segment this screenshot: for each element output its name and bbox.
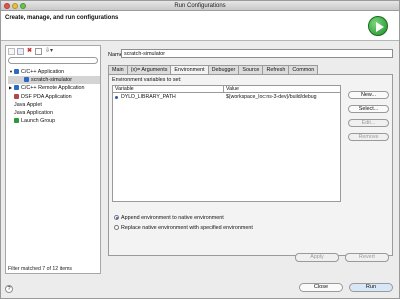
tab-environment[interactable]: Environment <box>170 65 209 74</box>
tree-item[interactable]: DSF PDA Application <box>8 93 100 101</box>
new-button[interactable]: New... <box>348 91 389 99</box>
tree-toolbar: ✖ ⇩▾ <box>8 47 54 55</box>
help-button[interactable]: ? <box>5 285 13 293</box>
edit-button[interactable]: Edit... <box>348 119 389 127</box>
zoom-window-icon[interactable] <box>20 3 26 9</box>
configuration-type-icon <box>14 69 19 75</box>
radio-unselected-icon <box>114 225 119 231</box>
tree-item-label: scratch-simulator <box>31 77 73 84</box>
new-configuration-icon[interactable] <box>8 47 15 55</box>
run-configurations-window: Run Configurations Create, manage, and r… <box>0 0 400 299</box>
tree-item-label: Launch Group <box>21 118 56 125</box>
configurations-tree-panel: ✖ ⇩▾ ▼ C/C++ Application scratch-simulator… <box>5 45 101 274</box>
tree-item-label: C/C++ Application <box>21 69 65 75</box>
tab-main[interactable]: Main <box>108 65 128 74</box>
tree-item[interactable]: ▼ C/C++ Application <box>8 68 100 76</box>
apply-button[interactable]: Apply <box>295 253 339 262</box>
filter-icon[interactable]: ⇩▾ <box>44 48 54 55</box>
title-bar: Run Configurations <box>1 1 399 11</box>
tab-x-arguments[interactable]: (x)= Arguments <box>126 65 172 74</box>
run-banner-icon <box>368 16 388 36</box>
collapse-all-icon[interactable] <box>35 47 42 55</box>
filter-input[interactable] <box>8 57 98 64</box>
minimize-window-icon[interactable] <box>12 3 18 9</box>
tree-item[interactable]: Java Application <box>8 109 100 117</box>
close-button[interactable]: Close <box>299 283 343 292</box>
environment-tab-panel: Environment variables to set: Variable V… <box>108 74 393 256</box>
tree-item[interactable]: Launch Group <box>8 117 100 125</box>
configuration-type-icon <box>14 93 19 99</box>
close-window-icon[interactable] <box>4 3 10 9</box>
table-row[interactable]: DYLD_LIBRARY_PATH ${workspace_loc:ns-3-d… <box>113 94 340 101</box>
window-title: Run Configurations <box>174 3 226 9</box>
env-variables-table: Variable Value DYLD_LIBRARY_PATH ${works… <box>112 85 341 202</box>
tree-item[interactable]: Java Applet <box>8 101 100 109</box>
replace-environment-label: Replace native environment with specifie… <box>121 225 253 231</box>
tab-refresh[interactable]: Refresh <box>262 65 290 74</box>
configuration-type-icon <box>24 77 29 83</box>
run-button[interactable]: Run <box>349 283 393 292</box>
tree-item[interactable]: scratch-simulator <box>8 76 100 85</box>
tree-item[interactable]: ▶ C/C++ Remote Application <box>8 84 100 92</box>
tree-item-label: Java Application <box>14 109 53 116</box>
env-variables-label: Environment variables to set: <box>112 77 182 83</box>
delete-icon[interactable]: ✖ <box>26 48 33 55</box>
tree-item-label: Java Applet <box>14 101 42 108</box>
select-button[interactable]: Select... <box>348 105 389 113</box>
replace-environment-radio[interactable]: Replace native environment with specifie… <box>114 225 253 232</box>
name-input[interactable]: scratch-simulator <box>121 49 393 58</box>
configuration-type-icon <box>14 85 19 91</box>
dialog-header: Create, manage, and run configurations <box>1 11 399 41</box>
configuration-type-icon <box>14 118 19 124</box>
append-environment-radio[interactable]: Append environment to native environment <box>114 215 224 222</box>
header-title: Create, manage, and run configurations <box>5 15 119 21</box>
tree-item-label: C/C++ Remote Application <box>21 85 85 92</box>
remove-button[interactable]: Remove <box>348 133 389 141</box>
variable-name-cell: DYLD_LIBRARY_PATH <box>121 94 176 100</box>
config-tabs: Main (x)= Arguments Environment Debugger Sou… <box>108 65 319 74</box>
tab-common[interactable]: Common <box>288 65 319 74</box>
append-environment-label: Append environment to native environment <box>121 215 224 221</box>
value-column-header[interactable]: Value <box>224 86 340 93</box>
variable-icon <box>115 96 118 99</box>
duplicate-icon[interactable] <box>17 47 24 55</box>
tree-item-label: DSF PDA Application <box>21 93 72 100</box>
radio-selected-icon <box>114 215 119 221</box>
filter-status: Filter matched 7 of 12 items <box>8 266 73 272</box>
tab-source[interactable]: Source <box>238 65 264 74</box>
variable-value-cell: ${workspace_loc:ns-3-dev}/build/debug <box>226 94 317 100</box>
configurations-tree: ▼ C/C++ Application scratch-simulator ▶ C/C+… <box>8 68 100 125</box>
variable-column-header[interactable]: Variable <box>113 86 224 93</box>
revert-button[interactable]: Revert <box>345 253 389 262</box>
tab-debugger[interactable]: Debugger <box>207 65 240 74</box>
configuration-editor: Name: scratch-simulator Main (x)= Argumen… <box>105 45 397 274</box>
